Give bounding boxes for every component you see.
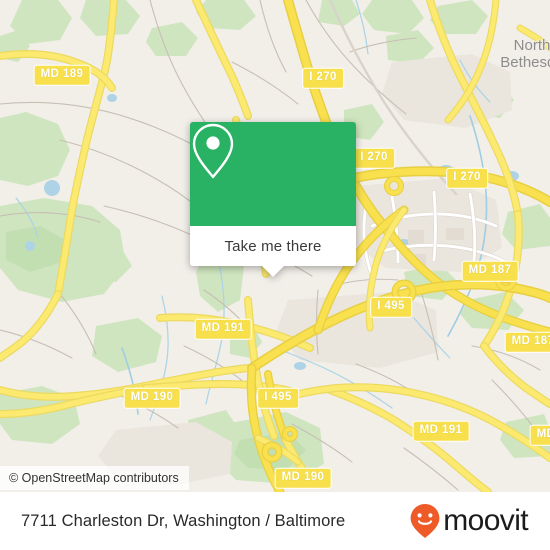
shield-md-edge: MD [529,424,550,446]
shield-i-495-b: I 495 [257,387,299,409]
place-label-line2: Bethesda [500,54,550,71]
map-pin-icon [192,123,234,179]
shield-md-187-a: MD 187 [461,260,519,282]
shield-md-190-b: MD 190 [274,467,332,489]
place-label-line1: North [513,37,550,55]
popup-action-area[interactable]: Take me there [190,226,356,277]
shield-md-187-b: MD 187 [504,331,550,353]
shield-i-495-a: I 495 [370,296,412,318]
place-label-north-bethesda: North Bethesda [500,37,550,72]
shield-md-191-b: MD 191 [412,420,470,442]
osm-attribution[interactable]: © OpenStreetMap contributors [0,466,189,490]
moovit-smiley-pin-icon [410,504,440,538]
location-popup-card[interactable]: Take me there [190,122,356,277]
take-me-there-label: Take me there [224,237,322,255]
map-canvas[interactable]: .land{fill:#f2efe9} .park{fill:#cfe5bf} … [0,0,550,492]
shield-i-270-c: I 270 [446,167,488,189]
moovit-logo[interactable]: moovit [409,503,529,539]
shield-i-270-b: I 270 [353,147,395,169]
footer-bar: 7711 Charleston Dr, Washington / Baltimo… [0,492,550,550]
shield-md-191-a: MD 191 [194,318,252,340]
shield-i-270-a: I 270 [302,67,344,89]
popup-icon-area [190,122,356,226]
shield-md-190-a: MD 190 [123,387,181,409]
popup-tail-pointer [262,266,284,277]
moovit-wordmark: moovit [443,504,528,537]
address-label: 7711 Charleston Dr, Washington / Baltimo… [21,511,346,530]
map-screenshot-root: .land{fill:#f2efe9} .park{fill:#cfe5bf} … [0,0,550,550]
shield-md-189: MD 189 [33,64,91,86]
